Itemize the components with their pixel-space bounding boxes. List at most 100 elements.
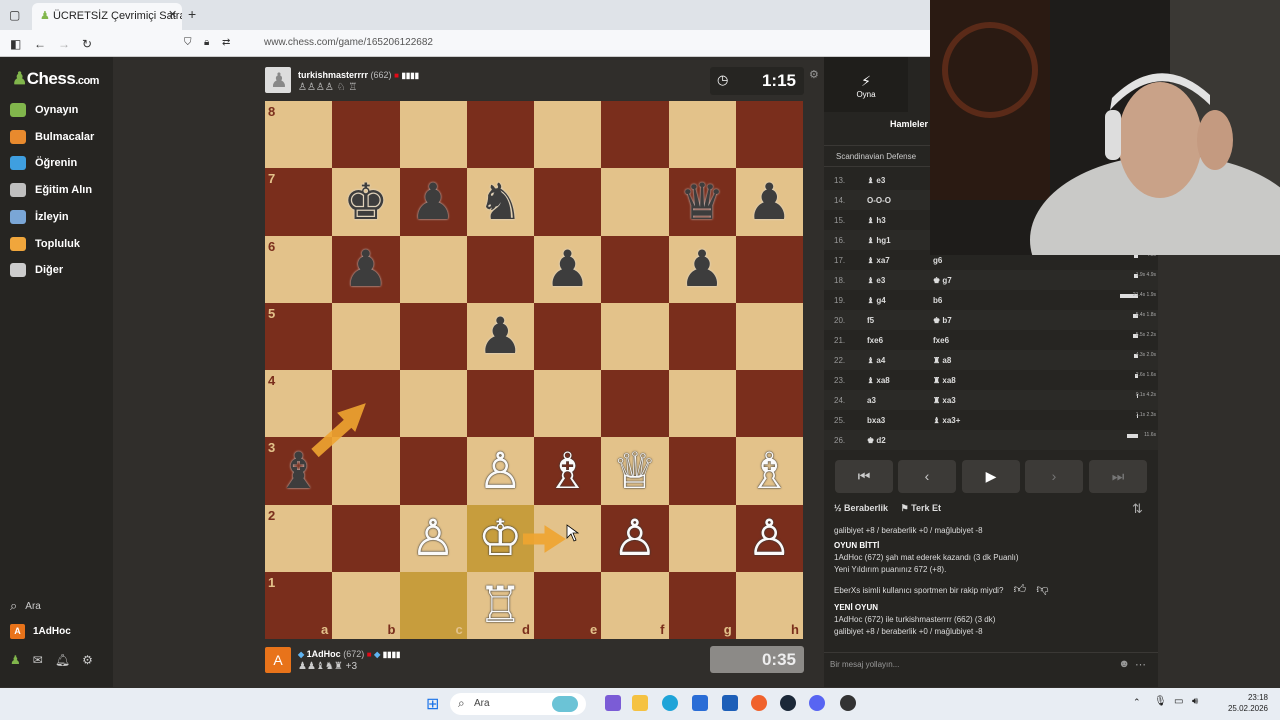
black-move[interactable]: ♚ b7	[933, 316, 952, 325]
flip-board-icon[interactable]: ⇅	[1132, 501, 1143, 517]
browser-tab[interactable]: ♟ ÜCRETSİZ Çevrimiçi Satranç	[32, 3, 182, 30]
black-piece-e6[interactable]: ♟	[534, 236, 601, 303]
square-h8[interactable]	[735, 101, 803, 169]
previous-move-button[interactable]: ‹	[898, 460, 956, 493]
square-b2[interactable]	[332, 504, 400, 572]
white-piece-f2[interactable]: ♙	[601, 505, 668, 572]
white-move[interactable]: ♝ e3	[867, 176, 885, 185]
square-e1[interactable]: e	[534, 571, 602, 639]
square-a8[interactable]: 8	[265, 101, 333, 169]
square-e8[interactable]	[534, 101, 602, 169]
draw-button[interactable]: ½ Beraberlik	[834, 503, 888, 513]
sidebar-item-3[interactable]: Öğrenin	[10, 156, 77, 171]
first-move-button[interactable]: ⏮	[835, 460, 893, 493]
black-move[interactable]: ♚ g7	[933, 276, 952, 285]
windows-start-icon[interactable]: ⊞	[426, 694, 439, 714]
white-move[interactable]: bxa3	[867, 416, 885, 425]
square-g2[interactable]	[668, 504, 736, 572]
white-move[interactable]: ♝ a4	[867, 356, 885, 365]
emoji-icon[interactable]: ☻	[1118, 658, 1130, 670]
microphone-icon[interactable]: 🎙︎	[1154, 696, 1167, 707]
obs-icon[interactable]	[840, 695, 856, 711]
white-move[interactable]: ♝ xa8	[867, 376, 890, 385]
messages-icon[interactable]: ✉	[33, 653, 43, 667]
top-player-name[interactable]: turkishmasterrrr	[298, 70, 368, 80]
square-e4[interactable]	[534, 370, 602, 438]
volume-icon[interactable]: 🔊︎	[1192, 696, 1198, 707]
black-piece-g7[interactable]: ♛	[669, 168, 736, 235]
back-icon[interactable]: ←	[34, 37, 46, 51]
square-c3[interactable]	[399, 437, 467, 505]
tray-chevron-icon[interactable]: ⌃	[1133, 697, 1141, 708]
chess-board[interactable]: 8 7 6 5 4 3 2 1 a b c d e f g h ♚ ♟ ♞ ♛ ♟ ♟ ♟ ♟ ♟ ♝ ♙ ♗ ♕ ♗ ♙ ♔ ♙ ♙ ♖	[265, 101, 803, 639]
black-piece-b7[interactable]: ♚	[332, 168, 399, 235]
square-c6[interactable]	[399, 235, 467, 303]
sidebar-search[interactable]: ⌕ Ara	[10, 598, 41, 614]
lock-icon[interactable]: 🔒︎	[204, 37, 209, 48]
black-piece-g6[interactable]: ♟	[669, 236, 736, 303]
square-g3[interactable]	[668, 437, 736, 505]
network-icon[interactable]: ▭	[1174, 696, 1183, 707]
close-tab-icon[interactable]: ✕	[168, 8, 177, 21]
square-a5[interactable]: 5	[265, 302, 333, 370]
white-piece-h2[interactable]: ♙	[736, 505, 803, 572]
black-move[interactable]: fxe6	[933, 336, 949, 345]
sidebar-toggle-icon[interactable]: ◧	[10, 37, 21, 51]
black-move[interactable]: ♜ xa3	[933, 396, 956, 405]
square-a7[interactable]: 7	[265, 168, 333, 236]
square-f4[interactable]	[601, 370, 669, 438]
black-move[interactable]: ♝ xa3+	[933, 416, 960, 425]
white-move[interactable]: f5	[867, 316, 874, 325]
white-piece-h3[interactable]: ♗	[736, 437, 803, 504]
white-piece-e3[interactable]: ♗	[534, 437, 601, 504]
square-h1[interactable]: h	[735, 571, 803, 639]
square-f7[interactable]	[601, 168, 669, 236]
white-move[interactable]: ♝ hg1	[867, 236, 891, 245]
black-piece-d7[interactable]: ♞	[467, 168, 534, 235]
square-d4[interactable]	[466, 370, 534, 438]
square-c4[interactable]	[399, 370, 467, 438]
bottom-player-name[interactable]: 1AdHoc	[307, 649, 341, 659]
sidebar-item-4[interactable]: Eğitim Alın	[10, 183, 92, 198]
square-h6[interactable]	[735, 235, 803, 303]
reload-icon[interactable]: ↻	[82, 37, 92, 51]
taskbar-search[interactable]: ⌕ Ara	[450, 693, 586, 715]
edge-icon[interactable]	[662, 695, 678, 711]
white-move[interactable]: O-O-O	[867, 196, 891, 205]
square-d6[interactable]	[466, 235, 534, 303]
bottom-player-avatar[interactable]: A	[265, 647, 291, 673]
notifications-icon[interactable]: 🔔︎	[55, 653, 70, 667]
sidebar-item-1[interactable]: Oynayın	[10, 103, 78, 117]
sidebar-item-6[interactable]: Topluluk	[10, 236, 80, 251]
thumbs-down-icon[interactable]: 👎︎	[1036, 582, 1048, 596]
square-b8[interactable]	[332, 101, 400, 169]
discord-icon[interactable]	[809, 695, 825, 711]
square-f6[interactable]	[601, 235, 669, 303]
tab-play[interactable]: ⚡︎ Oyna	[824, 57, 908, 112]
system-clock[interactable]: 23:18 25.02.2026	[1228, 692, 1268, 714]
next-move-button[interactable]: ›	[1025, 460, 1083, 493]
white-move[interactable]: fxe6	[867, 336, 883, 345]
square-f1[interactable]: f	[601, 571, 669, 639]
sidebar-user[interactable]: A 1AdHoc	[10, 624, 71, 639]
square-c8[interactable]	[399, 101, 467, 169]
black-piece-c7[interactable]: ♟	[400, 168, 467, 235]
tab-moves[interactable]: Hamleler	[890, 119, 928, 129]
square-c5[interactable]	[399, 302, 467, 370]
shield-icon[interactable]: ⛉	[184, 37, 192, 48]
square-b1[interactable]: b	[332, 571, 400, 639]
black-move[interactable]: g6	[933, 256, 942, 265]
url-text[interactable]: www.chess.com/game/165206122682	[264, 37, 433, 48]
square-b3[interactable]	[332, 437, 400, 505]
white-move[interactable]: ♝ g4	[867, 296, 886, 305]
steam-icon[interactable]	[780, 695, 796, 711]
more-options-icon[interactable]: ⋯	[1135, 658, 1146, 671]
white-piece-f3[interactable]: ♕	[601, 437, 668, 504]
settings-icon[interactable]: ⚙	[82, 653, 93, 667]
white-move[interactable]: ♝ xa7	[867, 256, 890, 265]
black-piece-d5[interactable]: ♟	[467, 303, 534, 370]
sidebar-item-7[interactable]: Diğer	[10, 263, 63, 278]
file-explorer-icon[interactable]	[632, 695, 648, 711]
black-piece-h7[interactable]: ♟	[736, 168, 803, 235]
copilot-icon[interactable]	[605, 695, 621, 711]
